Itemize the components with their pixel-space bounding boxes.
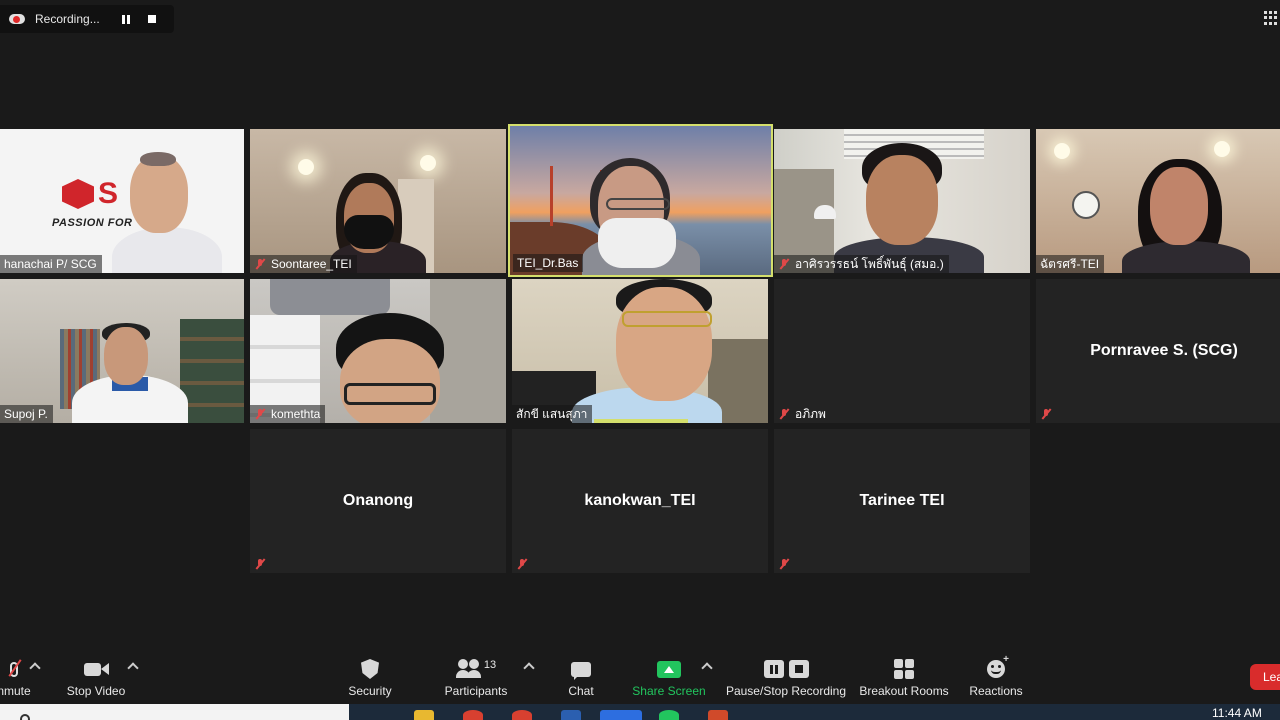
- powerpoint-icon[interactable]: [708, 710, 728, 720]
- participant-name-tag: อภิภพ: [774, 405, 831, 423]
- mic-muted-icon: [516, 558, 528, 570]
- shield-icon: [360, 656, 380, 682]
- participant-name-tag: [250, 555, 276, 573]
- video-tile[interactable]: Supoj P.: [0, 279, 244, 423]
- participant-name-tag: ฉัตรศรี-TEI: [1036, 255, 1105, 273]
- logo-letter: S: [98, 177, 119, 210]
- participant-name-tag: สักขี แสนสุภา: [512, 405, 593, 423]
- breakout-rooms-icon: [893, 656, 915, 682]
- zoom-app-icon[interactable]: [600, 710, 642, 720]
- security-button[interactable]: Security: [340, 648, 400, 704]
- mic-muted-icon: [778, 558, 790, 570]
- mic-muted-icon: [3, 656, 25, 682]
- zoom-meeting-window: Recording... S PASSION FOR hanachai P/ S…: [0, 0, 1280, 720]
- participant-name-tag: [1036, 405, 1062, 423]
- taskbar-clock: 11:44 AM: [1212, 706, 1262, 720]
- chrome-icon[interactable]: [463, 710, 483, 720]
- mic-muted-icon: [254, 258, 266, 270]
- video-tile[interactable]: Soontaree_TEI: [250, 129, 506, 273]
- video-tile[interactable]: อาศิรวรรธน์ โพธิ์พันธุ์ (สมอ.): [774, 129, 1030, 273]
- chrome-profile-icon[interactable]: [512, 710, 532, 720]
- participant-name-tag: Soontaree_TEI: [250, 255, 357, 273]
- video-camera-icon: [83, 656, 109, 682]
- chat-button[interactable]: Chat: [556, 648, 606, 704]
- line-app-icon[interactable]: [659, 710, 679, 720]
- participant-display-name: Pornravee S. (SCG): [1090, 342, 1238, 359]
- unmute-button[interactable]: nmute: [0, 648, 34, 704]
- meeting-toolbar: nmute Stop Video Security 13 Participant…: [0, 648, 1280, 704]
- participant-name-tag: Supoj P.: [0, 405, 53, 423]
- video-tile[interactable]: ฉัตรศรี-TEI: [1036, 129, 1280, 273]
- participant-display-name: kanokwan_TEI: [584, 492, 696, 509]
- leave-meeting-button[interactable]: Lea: [1250, 664, 1280, 690]
- video-tile[interactable]: komethta: [250, 279, 506, 423]
- participant-display-name: Onanong: [342, 492, 414, 509]
- video-tile-camera-off[interactable]: Onanong: [250, 429, 506, 573]
- video-tile-camera-off[interactable]: Tarinee TEI: [774, 429, 1030, 573]
- participants-icon: [455, 659, 482, 679]
- logo-tagline: PASSION FOR: [52, 217, 133, 229]
- mic-muted-icon: [778, 408, 790, 420]
- recording-label: Recording...: [35, 12, 100, 26]
- stop-video-button[interactable]: Stop Video: [60, 648, 132, 704]
- participants-button[interactable]: 13 Participants: [440, 648, 512, 704]
- chat-bubble-icon: [570, 656, 592, 682]
- pause-icon: [122, 14, 130, 24]
- participants-options-chevron-icon[interactable]: [523, 662, 535, 674]
- recording-indicator: Recording...: [0, 5, 174, 33]
- pause-stop-recording-button[interactable]: Pause/Stop Recording: [724, 648, 848, 704]
- mic-muted-icon: [254, 408, 266, 420]
- recording-cloud-icon: [8, 10, 26, 28]
- video-tile-camera-off[interactable]: อภิภพ: [774, 279, 1030, 423]
- search-icon: [20, 714, 30, 720]
- emoji-plus-icon: +: [984, 654, 1009, 682]
- participant-name-tag: [512, 555, 538, 573]
- participant-name-tag: อาศิรวรรธน์ โพธิ์พันธุ์ (สมอ.): [774, 255, 949, 273]
- share-screen-icon: [656, 656, 682, 682]
- video-tile-speaking[interactable]: สักขี แสนสุภา: [512, 279, 768, 423]
- participant-name-tag: TEI_Dr.Bas: [513, 254, 584, 272]
- video-tile[interactable]: S PASSION FOR hanachai P/ SCG: [0, 129, 244, 273]
- stop-icon: [788, 660, 809, 678]
- file-explorer-icon[interactable]: [414, 710, 434, 720]
- share-screen-button[interactable]: Share Screen: [630, 648, 708, 704]
- speaking-indicator: [594, 419, 688, 423]
- stop-icon: [148, 15, 156, 23]
- mic-muted-icon: [254, 558, 266, 570]
- mic-muted-icon: [778, 258, 790, 270]
- gallery-view-icon[interactable]: [1264, 11, 1278, 25]
- breakout-rooms-button[interactable]: Breakout Rooms: [858, 648, 950, 704]
- participant-name-tag: [774, 555, 800, 573]
- pause-icon: [763, 660, 784, 678]
- video-tile-camera-off[interactable]: Pornravee S. (SCG): [1036, 279, 1280, 423]
- participants-count: 13: [483, 659, 497, 671]
- participant-name-tag: hanachai P/ SCG: [0, 255, 102, 273]
- word-icon[interactable]: [561, 710, 581, 720]
- video-tile-camera-off[interactable]: kanokwan_TEI: [512, 429, 768, 573]
- pause-recording-button[interactable]: [115, 8, 137, 30]
- stop-recording-button[interactable]: [141, 8, 163, 30]
- participant-name-tag: komethta: [250, 405, 326, 423]
- mic-muted-icon: [1040, 408, 1052, 420]
- video-tile-active-speaker[interactable]: TEI_Dr.Bas: [508, 124, 773, 277]
- taskbar-search-box[interactable]: [0, 704, 349, 720]
- participant-display-name: Tarinee TEI: [859, 492, 945, 509]
- wall-clock: [1072, 191, 1100, 219]
- reactions-button[interactable]: + Reactions: [966, 648, 1026, 704]
